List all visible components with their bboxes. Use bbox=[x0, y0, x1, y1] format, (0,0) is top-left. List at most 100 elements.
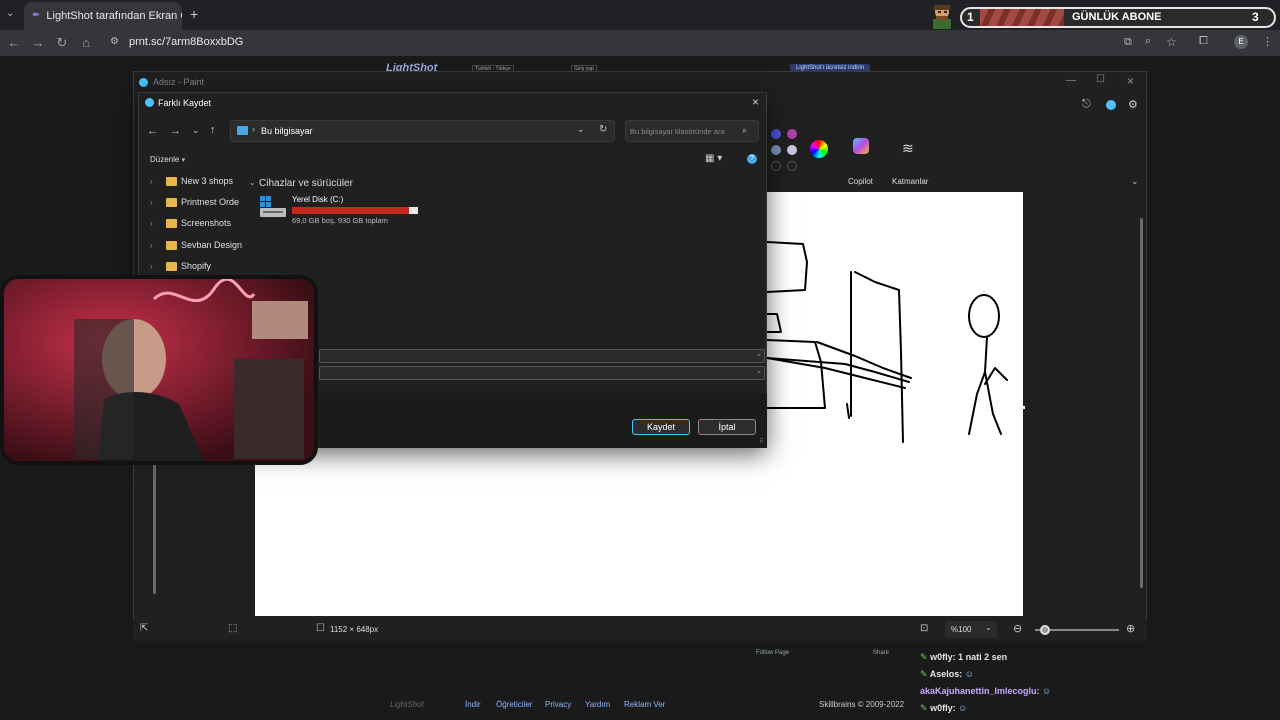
zoom-icon[interactable]: ⌕ bbox=[1145, 35, 1151, 48]
zoom-slider-thumb[interactable] bbox=[1040, 625, 1050, 635]
fit-window-icon[interactable]: ⊡ bbox=[920, 623, 928, 634]
canvas-resize-handle[interactable] bbox=[1022, 406, 1025, 409]
dialog-back-icon[interactable]: ← bbox=[147, 125, 158, 137]
drive-usage-fill bbox=[292, 207, 409, 214]
tab-search-icon[interactable]: ⌄ bbox=[6, 8, 14, 19]
color-swatch-steel[interactable] bbox=[771, 145, 781, 155]
address-dropdown-icon[interactable]: ⌄ bbox=[577, 124, 585, 135]
folder-icon bbox=[166, 261, 177, 271]
footer-link-advertise[interactable]: Reklam Ver bbox=[624, 700, 665, 709]
color-swatch-empty-2[interactable] bbox=[787, 161, 797, 171]
dialog-search-input[interactable]: Bu bilgisayar klasöründe ara ⌕ bbox=[625, 120, 759, 142]
color-swatch-empty-1[interactable] bbox=[771, 161, 781, 171]
color-swatch-lavender[interactable] bbox=[787, 145, 797, 155]
tree-expand-icon[interactable]: › bbox=[150, 241, 166, 250]
paint-settings-icon[interactable]: ⚙ bbox=[1128, 98, 1138, 111]
cancel-button[interactable]: İptal bbox=[698, 419, 756, 435]
ribbon-collapse-icon[interactable]: ⌄ bbox=[1131, 176, 1139, 187]
paint-share-icon[interactable]: ⎋ bbox=[1082, 98, 1091, 111]
zoom-in-icon[interactable]: ⊕ bbox=[1126, 622, 1135, 635]
browser-tab-bar: ⌄ ✒ LightShot tarafından Ekran Görü × + … bbox=[0, 0, 1280, 30]
left-scrollbar[interactable] bbox=[153, 462, 156, 594]
back-icon[interactable]: ← bbox=[6, 35, 22, 51]
folder-icon bbox=[166, 240, 177, 250]
follow-page-link[interactable]: Follow Page bbox=[756, 650, 789, 656]
dialog-refresh-icon[interactable]: ↻ bbox=[599, 124, 607, 135]
paint-close-icon[interactable]: × bbox=[1127, 74, 1134, 88]
tree-item[interactable]: › Sevban Design bbox=[150, 240, 242, 250]
chat-emote-icon: ☺ bbox=[964, 669, 974, 679]
install-icon[interactable]: ⧉ bbox=[1124, 36, 1132, 49]
browser-tab[interactable]: ✒ LightShot tarafından Ekran Görü × bbox=[24, 2, 182, 30]
zoom-value: %100 bbox=[951, 625, 972, 634]
forward-icon[interactable]: → bbox=[30, 35, 46, 51]
footer-link-privacy[interactable]: Privacy bbox=[545, 700, 571, 709]
profile-avatar[interactable]: E bbox=[1234, 35, 1248, 49]
color-swatch-blue[interactable] bbox=[771, 129, 781, 139]
file-name-dropdown-icon[interactable]: ⌄ bbox=[756, 350, 762, 358]
section-chevron-icon[interactable]: ⌄ bbox=[249, 178, 256, 187]
paint-maximize-icon[interactable]: ☐ bbox=[1096, 74, 1105, 85]
layers-label[interactable]: Katmanlar bbox=[892, 177, 928, 186]
layers-icon[interactable]: ≋ bbox=[902, 140, 914, 157]
tree-item[interactable]: › New 3 shops bbox=[150, 176, 233, 186]
chat-line: ✎ w0fly: ☺ bbox=[920, 703, 967, 714]
dialog-recent-icon[interactable]: ⌄ bbox=[192, 125, 200, 136]
drive-info: 69,0 GB boş, 930 GB toplam bbox=[292, 216, 388, 225]
lightshot-favicon-icon: ✒ bbox=[32, 10, 41, 21]
footer-link-help[interactable]: Yardım bbox=[585, 700, 610, 709]
extensions-icon[interactable]: ⧠ bbox=[1199, 35, 1208, 48]
copilot-label[interactable]: Copilot bbox=[848, 177, 873, 186]
selection-size-icon: ⬚ bbox=[228, 623, 238, 634]
tree-item[interactable]: › Printnest Orde bbox=[150, 197, 239, 207]
tree-item[interactable]: › Screenshots bbox=[150, 218, 231, 228]
canvas-scrollbar[interactable] bbox=[1140, 218, 1143, 588]
share-link[interactable]: Share bbox=[873, 650, 889, 656]
daily-subscriber-badge: 1 GÜNLÜK ABONE 3 bbox=[960, 7, 1276, 28]
dialog-up-icon[interactable]: ↑ bbox=[210, 124, 216, 136]
site-info-icon[interactable]: ⚙ bbox=[110, 36, 119, 47]
paint-minimize-icon[interactable]: — bbox=[1066, 75, 1076, 86]
dialog-forward-icon[interactable]: → bbox=[170, 125, 181, 137]
zoom-select[interactable]: %100 ⌄ bbox=[945, 621, 997, 638]
dialog-search-placeholder: Bu bilgisayar klasöründe ara bbox=[630, 127, 725, 136]
browser-menu-icon[interactable]: ⋮ bbox=[1262, 35, 1273, 48]
new-tab-button[interactable]: + bbox=[190, 6, 198, 22]
color-swatch-magenta[interactable] bbox=[787, 129, 797, 139]
file-name-field[interactable]: ⌄ bbox=[319, 349, 765, 363]
organize-label: Düzenle bbox=[150, 155, 180, 164]
home-icon[interactable]: ⌂ bbox=[78, 35, 94, 51]
help-icon[interactable]: ? bbox=[747, 154, 757, 164]
drive-name: Yerel Disk (C:) bbox=[292, 195, 344, 204]
tree-expand-icon[interactable]: › bbox=[150, 262, 166, 271]
paint-account-icon[interactable] bbox=[1106, 100, 1116, 110]
footer-link-download[interactable]: İndir bbox=[465, 700, 481, 709]
chat-user: w0fly: bbox=[930, 652, 956, 662]
tree-expand-icon[interactable]: › bbox=[150, 219, 166, 228]
dialog-search-icon: ⌕ bbox=[742, 125, 748, 135]
bookmark-star-icon[interactable]: ☆ bbox=[1166, 35, 1177, 49]
canvas-size-icon: ☐ bbox=[316, 623, 325, 634]
edit-colors-icon[interactable] bbox=[810, 140, 828, 158]
reload-icon[interactable]: ↻ bbox=[54, 35, 70, 51]
dialog-address-bar[interactable]: › Bu bilgisayar ⌄ ↻ bbox=[230, 120, 615, 142]
breadcrumb-location[interactable]: Bu bilgisayar bbox=[261, 126, 313, 136]
chat-line: ✎ w0fly: 1 nati 2 sen bbox=[920, 652, 1007, 663]
view-options-icon[interactable]: ▦ ▾ bbox=[705, 153, 722, 164]
dialog-close-icon[interactable]: × bbox=[752, 95, 759, 109]
zoom-out-icon[interactable]: ⊖ bbox=[1013, 622, 1022, 635]
computer-icon bbox=[237, 126, 248, 135]
chat-user: w0fly: bbox=[930, 703, 956, 713]
tree-expand-icon[interactable]: › bbox=[150, 177, 166, 186]
address-bar[interactable] bbox=[102, 32, 1222, 52]
dialog-resize-grip-icon[interactable]: ⠿ bbox=[759, 438, 763, 445]
copilot-icon[interactable] bbox=[853, 138, 869, 154]
drive-item[interactable]: Yerel Disk (C:) 69,0 GB boş, 930 GB topl… bbox=[257, 193, 427, 227]
organize-menu[interactable]: Düzenle ▾ bbox=[150, 155, 185, 164]
tree-item[interactable]: › Shopify bbox=[150, 261, 211, 271]
tree-expand-icon[interactable]: › bbox=[150, 198, 166, 207]
file-type-select[interactable]: ⌄ bbox=[319, 366, 765, 380]
footer-link-tutorials[interactable]: Öğreticiler bbox=[496, 700, 532, 709]
file-type-dropdown-icon: ⌄ bbox=[756, 368, 762, 375]
save-button[interactable]: Kaydet bbox=[632, 419, 690, 435]
